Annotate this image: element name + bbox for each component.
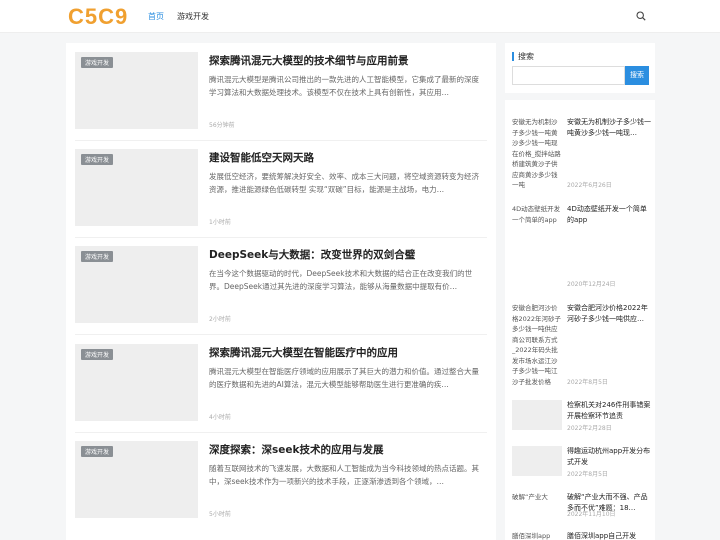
sidebar-post-date: 2022年8月5日 (567, 379, 608, 386)
post-time: 5小时前 (209, 511, 231, 518)
post-excerpt: 腾讯混元大模型是腾讯公司推出的一款先进的人工智能模型，它集成了最新的深度学习算法… (209, 75, 479, 97)
post-title[interactable]: 建设智能低空天网天路 (209, 150, 489, 165)
post-title[interactable]: 探索腾讯混元大模型的技术细节与应用前景 (209, 53, 489, 68)
post-item[interactable]: 游戏开发 探索腾讯混元大模型在智能医疗中的应用 腾讯混元大模型在智能医疗领域的应… (75, 335, 487, 433)
post-thumbnail[interactable]: 游戏开发 (75, 52, 198, 129)
post-item[interactable]: 游戏开发 DeepSeek与大数据：改变世界的双剑合璧 在当今这个数据驱动的时代… (75, 237, 487, 335)
sidebar-post-date: 2022年2月28日 (567, 425, 612, 432)
post-item[interactable]: 游戏开发 探索腾讯混元大模型的技术细节与应用前景 腾讯混元大模型是腾讯公司推出的… (75, 43, 487, 141)
sidebar-post-date: 2022年6月26日 (567, 182, 612, 189)
post-item[interactable]: 游戏开发 深度探索：深seek技术的应用与发展 随着互联网技术的飞速发展，大数据… (75, 432, 487, 530)
post-title[interactable]: 探索腾讯混元大模型在智能医疗中的应用 (209, 345, 489, 360)
post-time: 56分钟前 (209, 122, 235, 129)
post-title[interactable]: 深度探索：深seek技术的应用与发展 (209, 442, 489, 457)
recent-posts-widget: 安徽无为机制沙子多少钱一吨黄沙多少钱一吨现在价格_搅拌站路桥建筑黄沙子供应商黄沙… (505, 100, 655, 540)
title-accent (512, 52, 514, 61)
top-navbar: C5C9 首页 游戏开发 (0, 0, 720, 33)
sidebar-post-image[interactable] (512, 400, 562, 430)
sidebar-post-date: 2020年12月24日 (567, 281, 616, 288)
category-tag[interactable]: 游戏开发 (81, 349, 114, 360)
category-tag[interactable]: 游戏开发 (81, 446, 114, 457)
search-button[interactable]: 搜索 (625, 66, 649, 85)
sidebar-post-image[interactable]: 破解“产业大 (512, 492, 562, 504)
post-item[interactable]: 游戏开发 建设智能低空天网天路 发展低空经济，要统筹解决好安全、效率、成本三大问… (75, 140, 487, 238)
nav-item-home[interactable]: 首页 (148, 11, 164, 22)
search-icon[interactable] (636, 11, 646, 21)
sidebar-post-image[interactable]: 安徽合肥河沙价格2022年河砂子多少钱一吨供应商公司联系方式_2022年码头批发… (512, 303, 562, 387)
category-tag[interactable]: 游戏开发 (81, 57, 114, 68)
sidebar-post-title[interactable]: 检察机关对246件刑事错案开展检察环节追责 (567, 400, 652, 422)
sidebar-post-title[interactable]: 得趣运动杭州app开发分布式开发 (567, 446, 652, 468)
search-input[interactable] (512, 66, 625, 85)
search-widget: 搜索 搜索 (505, 43, 655, 93)
post-excerpt: 随着互联网技术的飞速发展，大数据和人工智能成为当今科技领域的热点话题。其中，深s… (209, 464, 479, 486)
post-excerpt: 发展低空经济，要统筹解决好安全、效率、成本三大问题，将空域资源转变为经济资源，推… (209, 172, 479, 194)
nav-item-game-dev[interactable]: 游戏开发 (177, 11, 209, 22)
post-excerpt: 腾讯混元大模型在智能医疗领域的应用展示了其巨大的潜力和价值。通过整合大量的医疗数… (209, 367, 479, 389)
category-tag[interactable]: 游戏开发 (81, 154, 114, 165)
sidebar-post-title[interactable]: 4D动态壁纸开发一个简单的app (567, 204, 652, 226)
category-tag[interactable]: 游戏开发 (81, 251, 114, 262)
post-time: 1小时前 (209, 219, 231, 226)
post-thumbnail[interactable]: 游戏开发 (75, 246, 198, 323)
sidebar-post-date: 2022年8月5日 (567, 471, 608, 478)
site-logo[interactable]: C5C9 (68, 4, 128, 30)
post-thumbnail[interactable]: 游戏开发 (75, 441, 198, 518)
sidebar-post-image[interactable]: 膳佰深圳app (512, 531, 562, 540)
post-time: 2小时前 (209, 316, 231, 323)
sidebar-post-date: 2022年11月10日 (567, 511, 616, 518)
post-title[interactable]: DeepSeek与大数据：改变世界的双剑合璧 (209, 247, 489, 262)
sidebar-post-title[interactable]: 安徽合肥河沙价格2022年河砂子多少钱一吨供应… (567, 303, 652, 325)
sidebar-post-title[interactable]: 膳佰深圳app自己开发 (567, 531, 652, 540)
widget-title: 搜索 (518, 52, 534, 61)
post-excerpt: 在当今这个数据驱动的时代，DeepSeek技术和大数据的结合正在改变我们的世界。… (209, 269, 473, 291)
post-list: 游戏开发 探索腾讯混元大模型的技术细节与应用前景 腾讯混元大模型是腾讯公司推出的… (66, 43, 496, 540)
sidebar-post-title[interactable]: 安徽无为机制沙子多少钱一吨黄沙多少钱一吨现… (567, 117, 652, 139)
post-time: 4小时前 (209, 414, 231, 421)
post-thumbnail[interactable]: 游戏开发 (75, 344, 198, 421)
sidebar-post-image[interactable]: 4D动态壁纸开发一个简单的app (512, 204, 562, 238)
sidebar-post-image[interactable]: 安徽无为机制沙子多少钱一吨黄沙多少钱一吨现在价格_搅拌站路桥建筑黄沙子供应商黄沙… (512, 117, 562, 189)
post-thumbnail[interactable]: 游戏开发 (75, 149, 198, 226)
sidebar-post-image[interactable] (512, 446, 562, 476)
